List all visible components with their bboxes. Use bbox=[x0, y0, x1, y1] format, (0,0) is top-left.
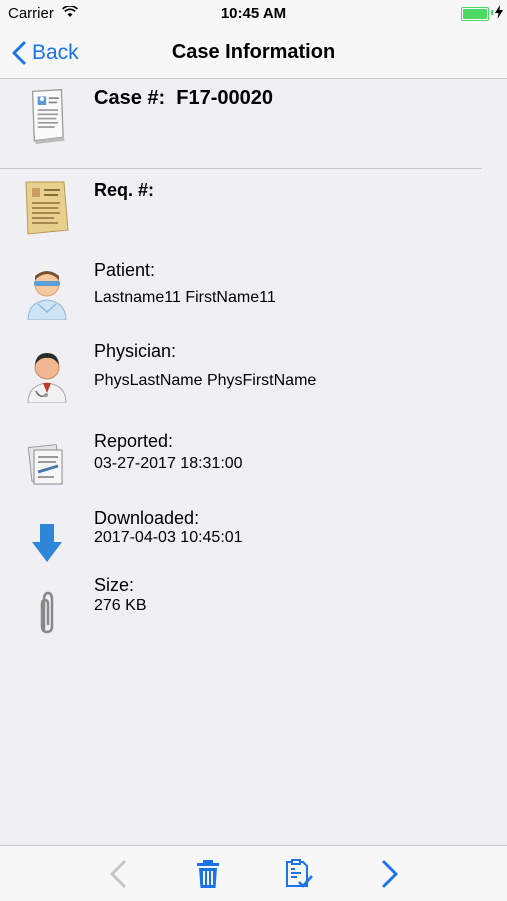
charging-bolt-icon bbox=[495, 5, 503, 19]
battery-icon bbox=[461, 7, 489, 21]
case-number-value: F17-00020 bbox=[176, 87, 274, 109]
case-document-icon bbox=[31, 89, 65, 144]
view-report-button[interactable] bbox=[282, 858, 314, 890]
case-number-label: Case #: bbox=[94, 87, 166, 109]
size-value: 276 KB bbox=[94, 597, 147, 614]
status-bar: Carrier 10:45 AM bbox=[0, 0, 507, 28]
reported-value: 03-27-2017 18:31:00 bbox=[94, 455, 243, 472]
paperclip-icon bbox=[40, 591, 54, 634]
downloaded-value: 2017-04-03 10:45:01 bbox=[94, 529, 243, 546]
page-title: Case Information bbox=[171, 41, 336, 63]
battery-tip bbox=[491, 10, 493, 15]
download-arrow-icon bbox=[32, 524, 62, 562]
reported-row: Reported: 03-27-2017 18:31:00 bbox=[0, 425, 507, 497]
next-button[interactable] bbox=[373, 858, 405, 890]
physician-label: Physician: bbox=[94, 341, 177, 361]
downloaded-row: Downloaded: 2017-04-03 10:45:01 bbox=[0, 505, 507, 570]
chevron-right-icon bbox=[382, 860, 398, 888]
report-check-icon bbox=[286, 859, 313, 888]
size-label: Size: bbox=[94, 575, 135, 595]
patient-icon bbox=[27, 271, 67, 320]
requisition-form-icon bbox=[25, 181, 69, 235]
navigation-bar: Back Case Information bbox=[0, 28, 507, 79]
bottom-toolbar bbox=[0, 845, 507, 901]
case-number-line: Case #: F17-00020 bbox=[94, 87, 273, 110]
reported-label: Reported: bbox=[94, 431, 174, 451]
patient-value: Lastname11 FirstName11 bbox=[94, 289, 276, 306]
previous-button[interactable] bbox=[104, 858, 136, 890]
chevron-left-icon bbox=[110, 860, 126, 888]
divider bbox=[0, 168, 482, 169]
req-number-label: Req. #: bbox=[94, 180, 155, 200]
patient-label: Patient: bbox=[94, 260, 156, 280]
clock: 10:45 AM bbox=[220, 5, 287, 22]
patient-row: Patient: Lastname11 FirstName11 bbox=[0, 252, 507, 332]
req-row: Req. #: bbox=[0, 170, 507, 240]
case-row: Case #: F17-00020 bbox=[0, 80, 507, 168]
downloaded-label: Downloaded: bbox=[94, 508, 200, 528]
size-row: Size: 276 KB bbox=[0, 573, 507, 638]
physician-row: Physician: PhysLastName PhysFirstName bbox=[0, 335, 507, 415]
delete-button[interactable] bbox=[192, 858, 224, 890]
physician-value: PhysLastName PhysFirstName bbox=[94, 372, 317, 389]
report-documents-icon bbox=[27, 444, 63, 485]
physician-icon bbox=[27, 353, 67, 403]
